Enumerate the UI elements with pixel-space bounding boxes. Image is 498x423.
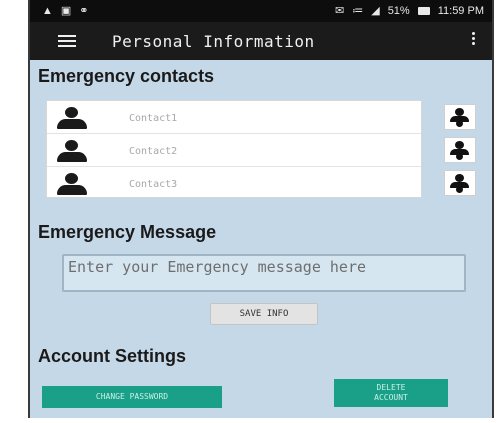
headset-icon: ⚭ xyxy=(79,5,89,17)
pick-contact-2-button[interactable] xyxy=(444,137,476,163)
contact-row-2 xyxy=(47,134,421,167)
hamburger-menu-icon[interactable] xyxy=(58,35,76,47)
emergency-contacts-heading: Emergency contacts xyxy=(38,66,215,86)
app-bar: Personal Information xyxy=(30,22,492,60)
battery-level: 51% xyxy=(387,5,410,17)
account-settings-heading: Account Settings xyxy=(38,346,187,366)
delete-account-label-line2: ACCOUNT xyxy=(374,393,408,402)
person-icon xyxy=(55,107,89,129)
pick-contact-1-button[interactable] xyxy=(444,104,476,130)
status-bar-left: ▲ ▣ ⚭ xyxy=(42,4,89,18)
emergency-message-input[interactable] xyxy=(62,254,466,292)
change-password-button[interactable]: CHANGE PASSWORD xyxy=(42,386,222,408)
status-bar: ▲ ▣ ⚭ ✉ ≔ ◢ 51% 11:59 PM xyxy=(30,0,492,22)
person-icon xyxy=(55,140,89,162)
notifications-icon: ✉ xyxy=(335,5,345,17)
overflow-menu-icon[interactable] xyxy=(470,32,476,50)
save-info-button[interactable]: SAVE INFO xyxy=(210,303,318,325)
contact-1-input[interactable] xyxy=(127,109,401,127)
status-bar-right: ✉ ≔ ◢ 51% 11:59 PM xyxy=(335,4,484,18)
contact-2-input[interactable] xyxy=(127,142,401,160)
signal-icon: ◢ xyxy=(371,5,380,17)
contact-3-input[interactable] xyxy=(127,175,401,193)
wifi-icon: ≔ xyxy=(352,5,364,17)
person-icon xyxy=(55,173,89,195)
status-time: 11:59 PM xyxy=(437,5,484,17)
pick-contact-3-button[interactable] xyxy=(444,170,476,196)
page-title: Personal Information xyxy=(112,32,315,51)
delete-account-label-line1: DELETE xyxy=(376,383,406,392)
battery-icon xyxy=(417,7,430,15)
contact-row-3 xyxy=(47,167,421,199)
image-icon: ▣ xyxy=(60,5,72,17)
navigation-icon: ▲ xyxy=(42,5,53,17)
contacts-list xyxy=(46,100,422,198)
phone-screen: ▲ ▣ ⚭ ✉ ≔ ◢ 51% 11:59 PM Personal Inform… xyxy=(28,0,494,418)
contact-row-1 xyxy=(47,101,421,134)
emergency-message-heading: Emergency Message xyxy=(38,222,217,242)
delete-account-button[interactable]: DELETE ACCOUNT xyxy=(334,379,448,407)
